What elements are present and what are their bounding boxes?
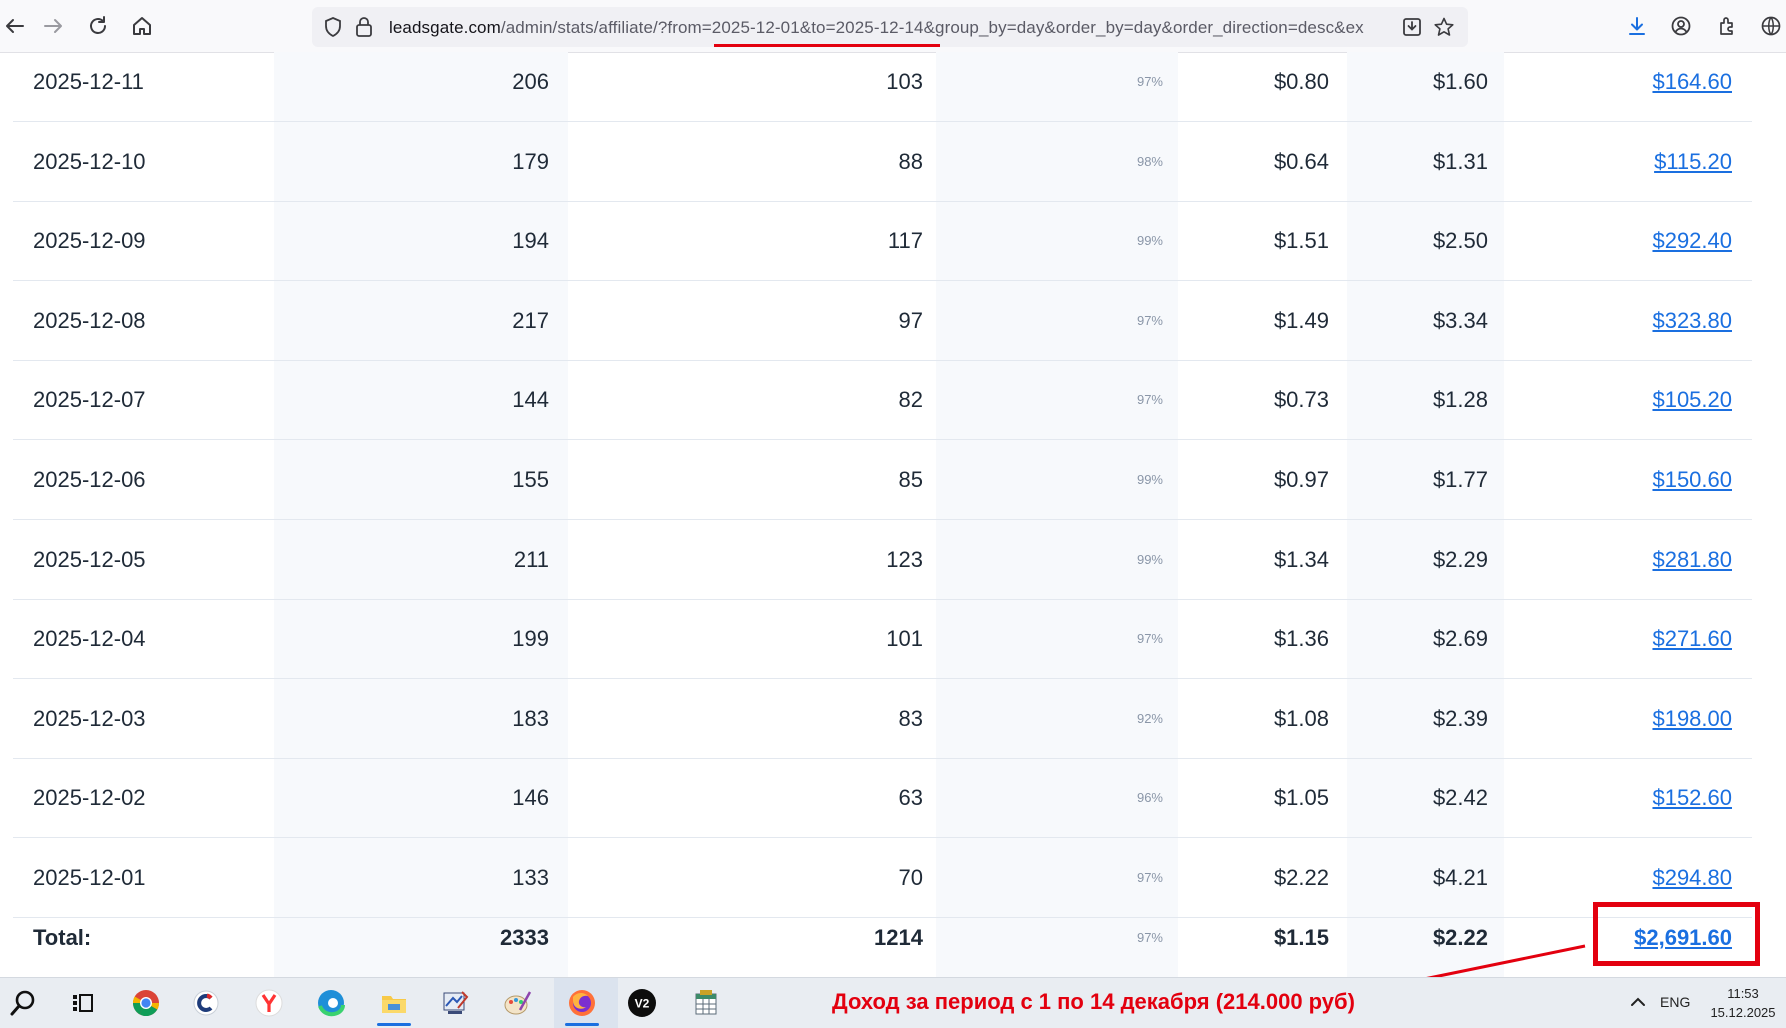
annotation-text: Доход за период с 1 по 14 декабря (214.0… <box>832 989 1355 1014</box>
ccleaner-icon[interactable] <box>189 986 223 1020</box>
language-indicator[interactable]: ENG <box>1660 994 1690 1010</box>
explorer-active-indicator <box>377 1023 411 1026</box>
clock-time: 11:53 <box>1727 986 1759 1001</box>
task-view-icon[interactable] <box>66 986 100 1020</box>
firefox-active-indicator <box>565 1023 599 1026</box>
app-icon[interactable] <box>438 986 472 1020</box>
annotation-pointer-line <box>1355 944 1586 995</box>
paint-icon[interactable] <box>500 986 534 1020</box>
file-explorer-icon[interactable] <box>377 986 411 1020</box>
chrome-icon[interactable] <box>129 986 163 1020</box>
spreadsheet-icon[interactable] <box>689 986 723 1020</box>
svg-text:V2: V2 <box>635 997 650 1011</box>
tray-clock[interactable]: 11:53 15.12.2025 <box>1704 984 1782 1022</box>
search-icon[interactable] <box>6 986 40 1020</box>
firefox-icon[interactable] <box>565 986 599 1020</box>
v2-icon[interactable]: V2 <box>625 986 659 1020</box>
yandex-browser-icon[interactable] <box>252 986 286 1020</box>
edge-icon[interactable] <box>314 986 348 1020</box>
chevron-up-icon[interactable] <box>1628 992 1648 1017</box>
clock-date: 15.12.2025 <box>1710 1005 1776 1020</box>
